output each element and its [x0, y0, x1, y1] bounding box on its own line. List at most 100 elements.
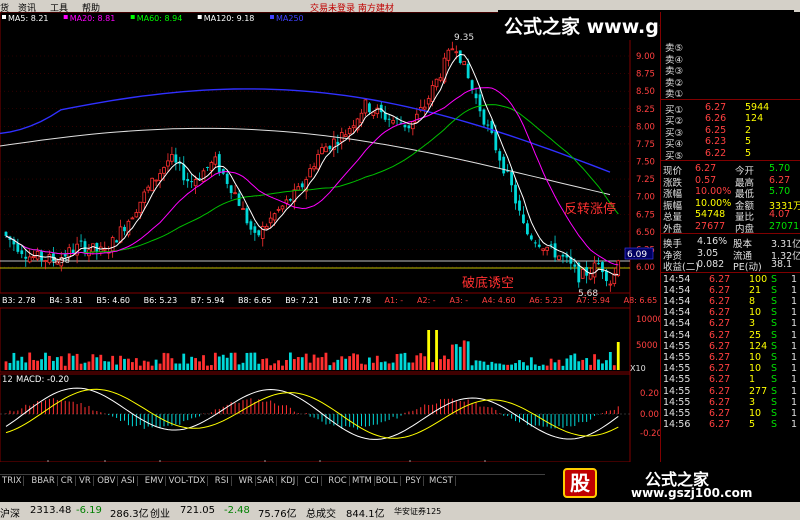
tick-time: 14:55 — [663, 340, 691, 352]
tick-row: 14:54 6.27 100 S 1 — [661, 274, 800, 285]
candle-body-up — [272, 213, 277, 221]
macd-prefix: 12 — [2, 375, 13, 385]
ma20-line — [5, 87, 619, 266]
index1-label: 沪深 — [0, 509, 20, 520]
candle-body-down — [20, 250, 24, 255]
ma-legend-swatch — [63, 15, 68, 19]
volume-bar — [55, 357, 59, 370]
volume-bar — [348, 356, 352, 370]
tick-side: S — [771, 363, 778, 375]
indicator-tab-asi[interactable]: ASI — [119, 476, 138, 486]
indicator-tab-boll[interactable]: BOLL — [374, 476, 401, 486]
indicator-tab-roc[interactable]: ROC — [326, 476, 350, 486]
sell-level-row: 卖⑤ — [661, 40, 800, 54]
quote-row: 外盘 27677 内盘 27071 — [661, 221, 800, 235]
candle-body-down — [533, 242, 537, 244]
indicator-tab-psy[interactable]: PSY — [403, 476, 424, 486]
volume-bar — [573, 353, 577, 370]
candle-body-down — [249, 221, 253, 230]
sell-level-row: 卖③ — [661, 63, 800, 77]
tick-volume: 10 — [749, 407, 762, 419]
candle-body-down — [217, 154, 221, 173]
candle-body-up — [545, 246, 549, 251]
stat-value: 3.05 — [697, 247, 719, 259]
price-axis: 9.00 8.75 8.50 8.25 8.00 7.75 7.50 7.25 7.00 6.75… — [636, 52, 655, 273]
total-volume-label: 总成交 — [306, 509, 336, 520]
candle-body-up — [608, 283, 613, 286]
signal-item: A4: 4.60 — [482, 296, 516, 305]
candle-body-up — [31, 255, 36, 258]
volume-bar — [131, 362, 134, 370]
volume-bar — [565, 358, 569, 370]
candle-body-up — [411, 121, 415, 130]
volume-bar — [265, 358, 269, 370]
signal-item: B5: 4.60 — [96, 296, 130, 305]
indicator-tab-kdj[interactable]: KDJ — [279, 476, 299, 486]
volume-bar — [447, 359, 450, 370]
indicator-tab-obv[interactable]: OBV — [95, 476, 119, 486]
indicator-tab-sar[interactable]: SAR — [255, 476, 278, 486]
indicator-tab-trix[interactable]: TRIX — [0, 476, 25, 486]
tick-price: 6.27 — [709, 419, 731, 431]
candle-body-up — [391, 120, 395, 124]
volume-bar — [514, 363, 517, 370]
candle-body-down — [494, 131, 498, 151]
price-tick-label: 9.00 — [636, 52, 655, 62]
indicator-tab-emv[interactable]: EMV — [143, 476, 167, 486]
volume-bar — [510, 364, 513, 370]
volume-bar — [431, 362, 434, 370]
quote-value: 10.00% — [695, 197, 732, 209]
indicator-tab-vol-tdx[interactable]: VOL-TDX — [167, 476, 209, 486]
volume-bar — [486, 364, 490, 370]
volume-bar — [115, 364, 118, 370]
candle-body-up — [213, 156, 218, 165]
volume-bar — [83, 362, 87, 370]
volume-axis: 10000 5000 X10 — [630, 315, 663, 373]
indicator-tab-mtm[interactable]: MTM — [350, 476, 375, 486]
kline-chart[interactable]: MA5: 8.21 MA20: 8.81 MA60: 8.94 MA120: 9.18… — [0, 11, 677, 472]
volume-bar — [225, 357, 229, 370]
tick-count: 1 — [791, 318, 798, 330]
sell-level-row: 卖④ — [661, 52, 800, 66]
indicator-tab-bbar[interactable]: BBAR — [29, 476, 58, 486]
tick-side: S — [771, 385, 778, 397]
candle-body-down — [478, 94, 482, 112]
indicator-tab-wr[interactable]: WR — [237, 476, 256, 486]
index2-amount: 75.76亿 — [258, 509, 297, 520]
chart-canvas[interactable]: MA5: 8.21 MA20: 8.81 MA60: 8.94 MA120: 9.18… — [0, 11, 677, 472]
volume-bar — [8, 362, 12, 370]
indicator-tab-rsi[interactable]: RSI — [213, 476, 232, 486]
indicator-tab-cr[interactable]: CR — [59, 476, 76, 486]
tick-side: S — [771, 273, 778, 285]
volume-bar — [285, 360, 288, 370]
candle-body-up — [351, 125, 356, 129]
panel-separator — [661, 271, 800, 273]
candle-body-up — [241, 208, 245, 210]
volume-unit-label: X10 — [630, 364, 646, 373]
volume-bar — [304, 353, 308, 370]
volume-bar — [427, 330, 431, 370]
watermark-logo: 股 — [563, 468, 597, 498]
candle-body-up — [110, 237, 115, 252]
candle-body-up — [170, 154, 174, 162]
tick-volume: 100 — [749, 273, 768, 285]
signal-item: B8: 6.65 — [238, 296, 272, 305]
candle-body-down — [514, 184, 517, 204]
volume-bar — [75, 353, 79, 370]
candle-body-down — [300, 183, 304, 188]
tick-time: 14:54 — [663, 307, 691, 319]
volume-bar — [368, 357, 371, 370]
tick-volume: 124 — [749, 340, 768, 352]
volume-bar — [605, 360, 608, 370]
ma-legend-item: MA60: 8.94 — [137, 14, 183, 23]
indicator-tab-cci[interactable]: CCI — [302, 476, 322, 486]
candle-body-up — [462, 61, 466, 66]
indicator-tab-mcst[interactable]: MCST — [427, 476, 456, 486]
watermark-bottom-url: www.gszj100.com — [631, 486, 753, 500]
quote-value: 0.57 — [695, 174, 717, 186]
tick-price: 6.27 — [709, 318, 731, 330]
candle-body-up — [454, 51, 459, 54]
volume-bar — [581, 359, 585, 370]
indicator-tab-vr[interactable]: VR — [77, 476, 94, 486]
volume-bar — [103, 361, 107, 370]
